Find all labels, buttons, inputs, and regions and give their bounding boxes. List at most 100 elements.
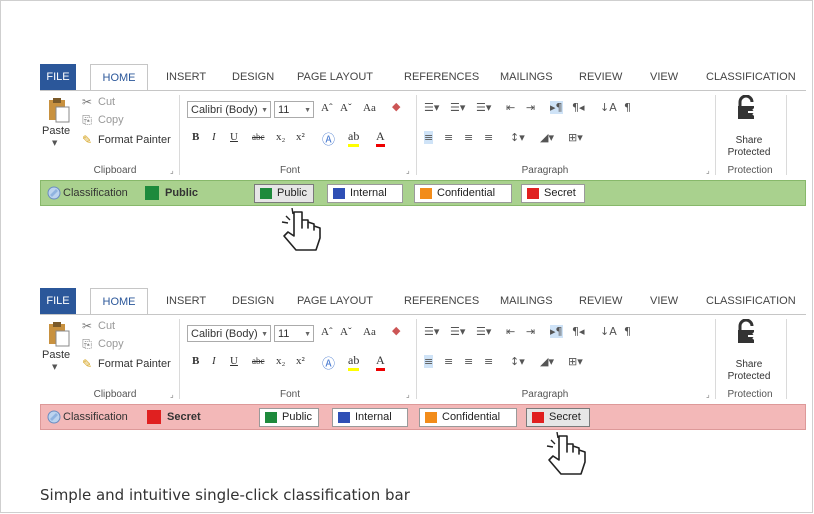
increase-indent-icon[interactable]: ⇥	[526, 325, 535, 338]
font-launcher-icon[interactable]: ⌟	[406, 166, 410, 175]
share-protected-button[interactable]: Share Protected	[725, 135, 773, 159]
grow-font-button[interactable]: Aˆ	[321, 102, 333, 114]
copy-button[interactable]: ⎘ Copy	[80, 337, 124, 351]
tab-insert[interactable]: INSERT	[166, 64, 206, 90]
secret-button[interactable]: Secret	[521, 184, 585, 203]
text-effects-icon[interactable]: Ⓐ	[322, 353, 335, 372]
numbering-icon[interactable]: ☰▾	[450, 101, 465, 114]
show-marks-button[interactable]: ¶	[624, 101, 631, 114]
clear-formatting-icon[interactable]: ◆	[392, 100, 400, 113]
subscript-button[interactable]: x₂	[276, 131, 285, 143]
rtl-icon[interactable]: ¶◂	[572, 101, 585, 114]
format-painter-button[interactable]: ✎ Format Painter	[80, 357, 171, 371]
align-left-icon[interactable]: ≡	[424, 131, 434, 144]
show-marks-button[interactable]: ¶	[624, 325, 631, 338]
strikethrough-button[interactable]: abc	[252, 356, 265, 366]
change-case-button[interactable]: Aa	[363, 102, 376, 114]
paste-icon[interactable]	[48, 321, 70, 347]
align-left-icon[interactable]: ≡	[424, 355, 434, 368]
subscript-button[interactable]: x₂	[276, 355, 285, 367]
font-size-select[interactable]: 11 ▼	[274, 325, 314, 342]
font-family-select[interactable]: Calibri (Body) ▼	[187, 325, 271, 342]
increase-indent-icon[interactable]: ⇥	[526, 101, 535, 114]
public-button[interactable]: Public	[259, 408, 319, 427]
font-color-icon[interactable]: A	[376, 353, 385, 371]
internal-button[interactable]: Internal	[332, 408, 408, 427]
highlight-icon[interactable]: ab	[348, 129, 360, 147]
tab-classification[interactable]: CLASSIFICATION	[706, 64, 796, 90]
ltr-icon[interactable]: ▸¶	[550, 325, 563, 338]
confidential-button[interactable]: Confidential	[419, 408, 517, 427]
tab-design[interactable]: DESIGN	[232, 288, 274, 314]
borders-icon[interactable]: ⊞▾	[568, 355, 583, 368]
ltr-icon[interactable]: ▸¶	[550, 101, 563, 114]
paste-icon[interactable]	[48, 97, 70, 123]
paste-button[interactable]: Paste	[42, 125, 70, 137]
font-launcher-icon[interactable]: ⌟	[406, 390, 410, 399]
font-color-icon[interactable]: A	[376, 129, 385, 147]
font-family-select[interactable]: Calibri (Body) ▼	[187, 101, 271, 118]
tab-file[interactable]: FILE	[40, 288, 76, 314]
multilevel-list-icon[interactable]: ☰▾	[476, 101, 491, 114]
underline-button[interactable]: U	[230, 131, 238, 143]
justify-icon[interactable]: ≡	[484, 131, 493, 144]
confidential-button[interactable]: Confidential	[414, 184, 512, 203]
decrease-indent-icon[interactable]: ⇤	[506, 101, 515, 114]
tab-file[interactable]: FILE	[40, 64, 76, 90]
tab-home[interactable]: HOME	[90, 64, 148, 90]
tab-insert[interactable]: INSERT	[166, 288, 206, 314]
paste-dropdown-icon[interactable]: ▼	[52, 363, 57, 371]
align-center-icon[interactable]: ≡	[444, 355, 453, 368]
tab-home[interactable]: HOME	[90, 288, 148, 314]
share-protected-icon[interactable]	[736, 319, 760, 345]
justify-icon[interactable]: ≡	[484, 355, 493, 368]
decrease-indent-icon[interactable]: ⇤	[506, 325, 515, 338]
italic-button[interactable]: I	[212, 355, 216, 367]
rtl-icon[interactable]: ¶◂	[572, 325, 585, 338]
change-case-button[interactable]: Aa	[363, 326, 376, 338]
internal-button[interactable]: Internal	[327, 184, 403, 203]
tab-view[interactable]: VIEW	[650, 64, 678, 90]
paste-dropdown-icon[interactable]: ▼	[52, 139, 57, 147]
cut-button[interactable]: ✂ Cut	[80, 95, 115, 109]
text-effects-icon[interactable]: Ⓐ	[322, 129, 335, 148]
paragraph-launcher-icon[interactable]: ⌟	[706, 166, 710, 175]
line-spacing-icon[interactable]: ↕▾	[510, 355, 525, 368]
superscript-button[interactable]: x²	[296, 131, 305, 143]
tab-references[interactable]: REFERENCES	[404, 64, 479, 90]
italic-button[interactable]: I	[212, 131, 216, 143]
secret-button[interactable]: Secret	[526, 408, 590, 427]
format-painter-button[interactable]: ✎ Format Painter	[80, 133, 171, 147]
tab-mailings[interactable]: MAILINGS	[500, 64, 553, 90]
bold-button[interactable]: B	[192, 131, 199, 143]
tab-mailings[interactable]: MAILINGS	[500, 288, 553, 314]
public-button[interactable]: Public	[254, 184, 314, 203]
share-protected-button[interactable]: Share Protected	[725, 359, 773, 383]
shading-icon[interactable]: ◢▾	[540, 131, 554, 144]
copy-button[interactable]: ⎘ Copy	[80, 113, 124, 127]
strikethrough-button[interactable]: abc	[252, 132, 265, 142]
clear-formatting-icon[interactable]: ◆	[392, 324, 400, 337]
highlight-icon[interactable]: ab	[348, 353, 360, 371]
tab-review[interactable]: REVIEW	[579, 288, 622, 314]
line-spacing-icon[interactable]: ↕▾	[510, 131, 525, 144]
sort-icon[interactable]: ↓A	[600, 101, 617, 114]
paste-button[interactable]: Paste	[42, 349, 70, 361]
borders-icon[interactable]: ⊞▾	[568, 131, 583, 144]
paragraph-launcher-icon[interactable]: ⌟	[706, 390, 710, 399]
align-right-icon[interactable]: ≡	[464, 355, 473, 368]
tab-design[interactable]: DESIGN	[232, 64, 274, 90]
shading-icon[interactable]: ◢▾	[540, 355, 554, 368]
shrink-font-button[interactable]: Aˇ	[340, 102, 352, 114]
tab-page-layout[interactable]: PAGE LAYOUT	[297, 64, 373, 90]
tab-view[interactable]: VIEW	[650, 288, 678, 314]
clipboard-launcher-icon[interactable]: ⌟	[170, 390, 174, 399]
tab-page-layout[interactable]: PAGE LAYOUT	[297, 288, 373, 314]
shrink-font-button[interactable]: Aˇ	[340, 326, 352, 338]
align-right-icon[interactable]: ≡	[464, 131, 473, 144]
bullets-icon[interactable]: ☰▾	[424, 101, 439, 114]
superscript-button[interactable]: x²	[296, 355, 305, 367]
grow-font-button[interactable]: Aˆ	[321, 326, 333, 338]
bold-button[interactable]: B	[192, 355, 199, 367]
font-size-select[interactable]: 11 ▼	[274, 101, 314, 118]
